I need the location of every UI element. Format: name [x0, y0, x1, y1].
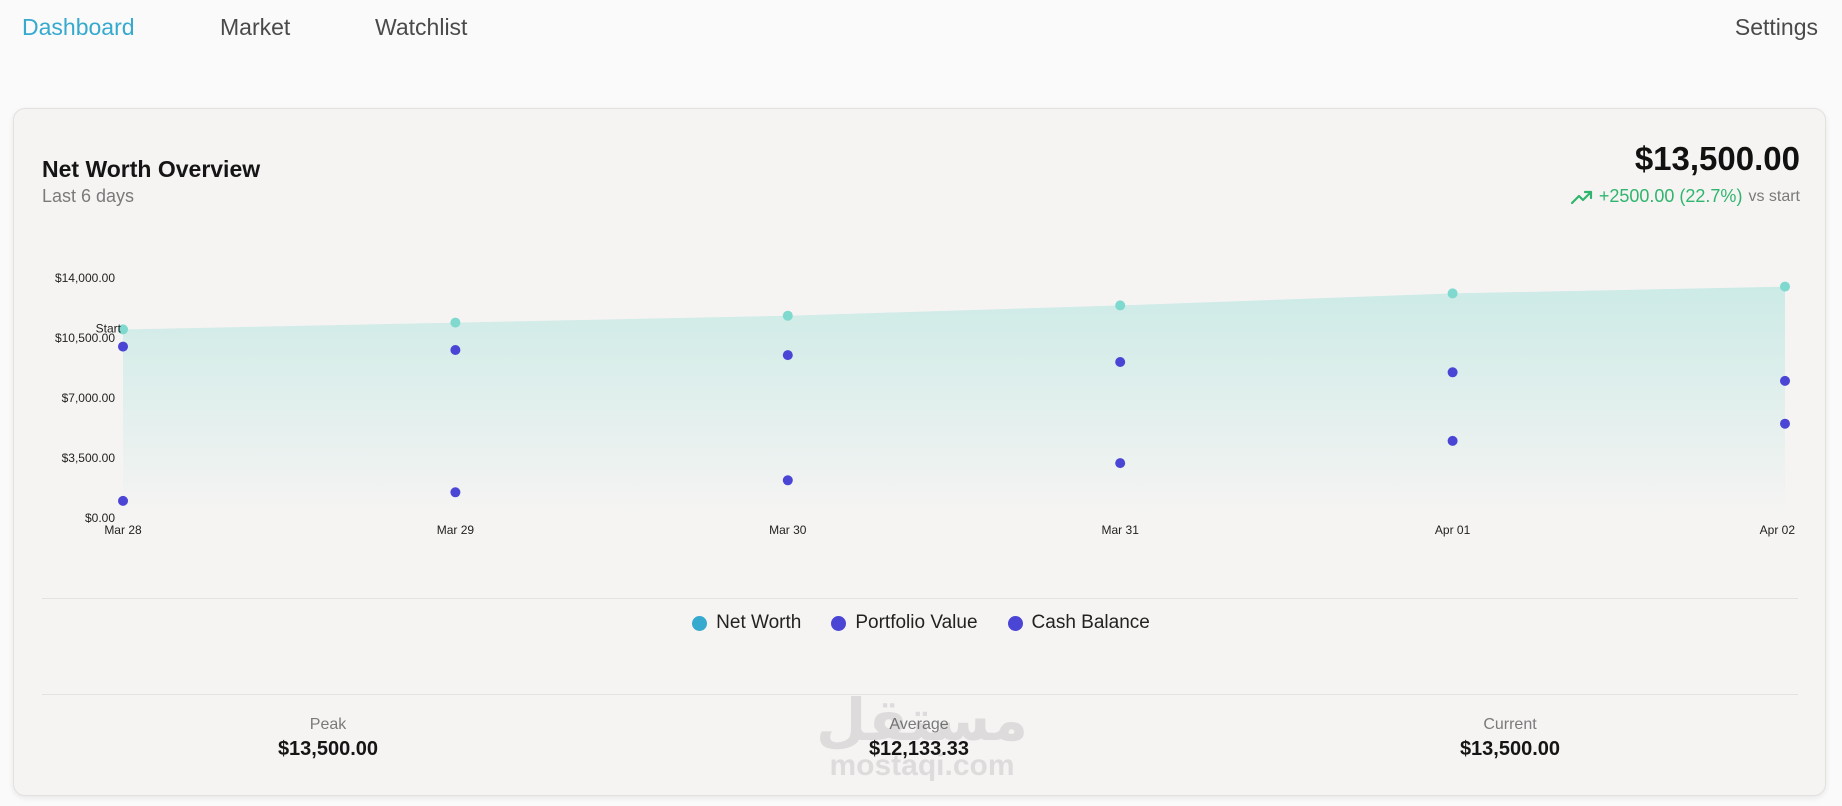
x-tick-label: Mar 28: [104, 523, 142, 537]
stat-label: Average: [889, 716, 949, 733]
nav-settings[interactable]: Settings: [1735, 14, 1818, 41]
top-navigation: Dashboard Market Watchlist Settings: [0, 0, 1842, 60]
data-point[interactable]: [450, 487, 461, 498]
data-point[interactable]: [450, 317, 461, 328]
net-worth-value: $13,500.00: [1634, 140, 1800, 177]
legend-item-portfolio-value[interactable]: Portfolio Value: [831, 612, 978, 634]
legend-label: Portfolio Value: [855, 612, 978, 633]
stat-average: Average $12,133.33: [769, 716, 1069, 761]
card-subtitle: Last 6 days: [42, 186, 135, 206]
change-suffix: vs start: [1748, 187, 1800, 205]
data-point[interactable]: [118, 495, 128, 506]
y-axis: $0.00$3,500.00$7,000.00$10,500.00$14,000…: [55, 271, 115, 525]
data-point[interactable]: [450, 345, 461, 355]
stats-divider: [42, 694, 1798, 695]
card-title: Net Worth Overview: [42, 156, 261, 182]
net-worth-area: [123, 286, 1785, 518]
nav-watchlist[interactable]: Watchlist: [375, 14, 467, 41]
x-axis: Mar 28 Mar 29 Mar 30 Mar 31 Apr 01 Apr 02: [104, 523, 1795, 537]
data-point[interactable]: [1115, 458, 1126, 469]
data-point[interactable]: [782, 475, 793, 486]
data-point[interactable]: [118, 341, 128, 352]
x-tick-label: Mar 30: [769, 523, 807, 537]
data-point[interactable]: [1780, 375, 1790, 386]
nav-dashboard[interactable]: Dashboard: [22, 14, 135, 41]
legend-dot: [831, 615, 847, 631]
stat-current: Current $13,500.00: [1360, 716, 1660, 761]
data-point[interactable]: [1447, 435, 1458, 446]
y-tick-label: $3,500.00: [62, 451, 116, 465]
data-point[interactable]: [1115, 357, 1126, 367]
legend-item-cash-balance[interactable]: Cash Balance: [1007, 612, 1150, 634]
stat-value: $13,500.00: [277, 738, 379, 760]
stat-peak: Peak $13,500.00: [178, 716, 478, 761]
data-point[interactable]: [1447, 288, 1458, 299]
change-amount: +2500.00 (22.7%): [1598, 186, 1743, 206]
data-point[interactable]: [1447, 367, 1458, 378]
data-point[interactable]: [782, 350, 793, 361]
stat-label: Peak: [309, 716, 347, 733]
stat-label: Current: [1483, 716, 1537, 733]
x-tick-label: Mar 31: [1102, 523, 1140, 537]
legend-label: Net Worth: [716, 612, 802, 633]
start-annotation: Start: [96, 321, 122, 335]
data-point[interactable]: [1115, 300, 1126, 311]
chart-areas: [123, 286, 1785, 518]
legend-dot: [692, 615, 708, 631]
data-point[interactable]: [782, 310, 793, 321]
x-tick-label: Apr 02: [1760, 523, 1796, 537]
change-indicator: +2500.00 (22.7%) vs start: [1570, 186, 1800, 207]
legend-item-net-worth[interactable]: Net Worth: [692, 612, 801, 634]
data-point[interactable]: [1780, 418, 1790, 429]
net-worth-chart: $0.00$3,500.00$7,000.00$10,500.00$14,000…: [55, 271, 1795, 537]
stat-value: $13,500.00: [1459, 738, 1561, 760]
trending-up-icon: [1570, 190, 1592, 204]
y-tick-label: $7,000.00: [62, 391, 116, 405]
chart-legend: Net Worth Portfolio Value Cash Balance: [0, 612, 1842, 634]
legend-dot: [1007, 615, 1023, 631]
legend-label: Cash Balance: [1031, 612, 1150, 633]
x-tick-label: Apr 01: [1435, 523, 1471, 537]
stat-value: $12,133.33: [868, 738, 970, 760]
x-tick-label: Mar 29: [437, 523, 475, 537]
nav-market[interactable]: Market: [220, 14, 290, 41]
legend-divider: [42, 598, 1798, 599]
data-point[interactable]: [1780, 281, 1790, 292]
y-tick-label: $14,000.00: [55, 271, 115, 285]
